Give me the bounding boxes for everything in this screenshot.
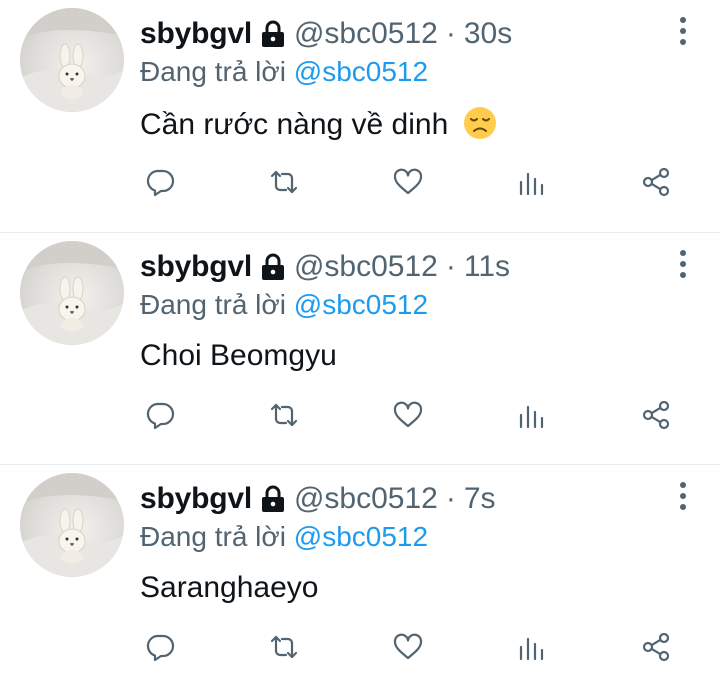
timestamp[interactable]: 11s <box>464 250 510 284</box>
share-icon <box>642 167 670 197</box>
reply-icon <box>146 169 175 197</box>
like-button[interactable] <box>388 162 428 202</box>
views-icon <box>519 637 544 661</box>
avatar[interactable] <box>20 8 124 112</box>
reply-icon <box>146 634 175 662</box>
more-options-icon[interactable] <box>674 247 692 281</box>
display-name[interactable]: sbybgvl <box>140 482 252 516</box>
reply-button[interactable] <box>140 627 180 667</box>
share-button[interactable] <box>636 627 676 667</box>
timestamp[interactable]: 30s <box>464 17 512 51</box>
tweet-header: sbybgvl @sbc0512 · 7s <box>140 477 496 521</box>
reply-context: Đang trả lời @sbc0512 <box>140 521 428 553</box>
tweet-actions <box>140 627 674 667</box>
handle[interactable]: @sbc0512 <box>294 250 438 284</box>
retweet-icon <box>270 170 298 194</box>
handle[interactable]: @sbc0512 <box>294 482 438 516</box>
retweet-icon <box>270 635 298 659</box>
views-icon <box>519 172 544 196</box>
retweet-button[interactable] <box>264 162 304 202</box>
views-button[interactable] <box>512 627 552 667</box>
tweet-actions <box>140 162 674 202</box>
tweet-header: sbybgvl @sbc0512 · 30s <box>140 12 512 56</box>
timeline: sbybgvl @sbc0512 · 30s Đang trả lời @sbc… <box>0 0 720 696</box>
share-icon <box>642 632 670 662</box>
reply-context: Đang trả lời @sbc0512 <box>140 56 428 88</box>
avatar[interactable] <box>20 473 124 577</box>
handle[interactable]: @sbc0512 <box>294 17 438 51</box>
retweet-icon <box>270 403 298 427</box>
lock-icon <box>261 253 284 280</box>
retweet-button[interactable] <box>264 395 304 435</box>
reply-context: Đang trả lời @sbc0512 <box>140 289 428 321</box>
tweet[interactable]: sbybgvl @sbc0512 · 7s Đang trả lời @sbc0… <box>0 464 720 696</box>
share-button[interactable] <box>636 395 676 435</box>
tweet-text-content: Saranghaeyo <box>140 571 319 604</box>
reply-icon <box>146 402 175 430</box>
avatar[interactable] <box>20 241 124 345</box>
like-button[interactable] <box>388 395 428 435</box>
tweet-text-content: Choi Beomgyu <box>140 339 337 372</box>
tweet-text-content: Cần rước nàng về dinh <box>140 108 449 141</box>
tweet-text: Cần rước nàng về dinh <box>140 106 497 142</box>
views-button[interactable] <box>512 395 552 435</box>
disappointed-face-icon <box>463 107 496 139</box>
separator-dot: · <box>445 17 456 50</box>
more-options-icon[interactable] <box>674 14 692 48</box>
separator-dot: · <box>445 482 456 515</box>
tweet[interactable]: sbybgvl @sbc0512 · 11s Đang trả lời @sbc… <box>0 232 720 464</box>
tweet-actions <box>140 395 674 435</box>
timestamp[interactable]: 7s <box>464 482 496 516</box>
views-button[interactable] <box>512 162 552 202</box>
reply-button[interactable] <box>140 395 180 435</box>
like-icon <box>393 401 423 428</box>
reply-mention[interactable]: @sbc0512 <box>294 289 428 320</box>
reply-button[interactable] <box>140 162 180 202</box>
reply-prefix: Đang trả lời <box>140 521 286 552</box>
more-options-icon[interactable] <box>674 479 692 513</box>
tweet-text: Saranghaeyo <box>140 571 318 605</box>
display-name[interactable]: sbybgvl <box>140 250 252 284</box>
like-icon <box>393 633 423 660</box>
views-icon <box>519 405 544 429</box>
like-icon <box>393 168 423 195</box>
separator-dot: · <box>445 250 456 283</box>
reply-prefix: Đang trả lời <box>140 289 286 320</box>
lock-icon <box>261 485 284 512</box>
reply-mention[interactable]: @sbc0512 <box>294 56 428 87</box>
reply-mention[interactable]: @sbc0512 <box>294 521 428 552</box>
share-button[interactable] <box>636 162 676 202</box>
tweet-header: sbybgvl @sbc0512 · 11s <box>140 245 510 289</box>
retweet-button[interactable] <box>264 627 304 667</box>
lock-icon <box>261 20 284 47</box>
tweet-text: Choi Beomgyu <box>140 339 337 373</box>
tweet[interactable]: sbybgvl @sbc0512 · 30s Đang trả lời @sbc… <box>0 0 720 232</box>
reply-prefix: Đang trả lời <box>140 56 286 87</box>
share-icon <box>642 400 670 430</box>
like-button[interactable] <box>388 627 428 667</box>
display-name[interactable]: sbybgvl <box>140 17 252 51</box>
